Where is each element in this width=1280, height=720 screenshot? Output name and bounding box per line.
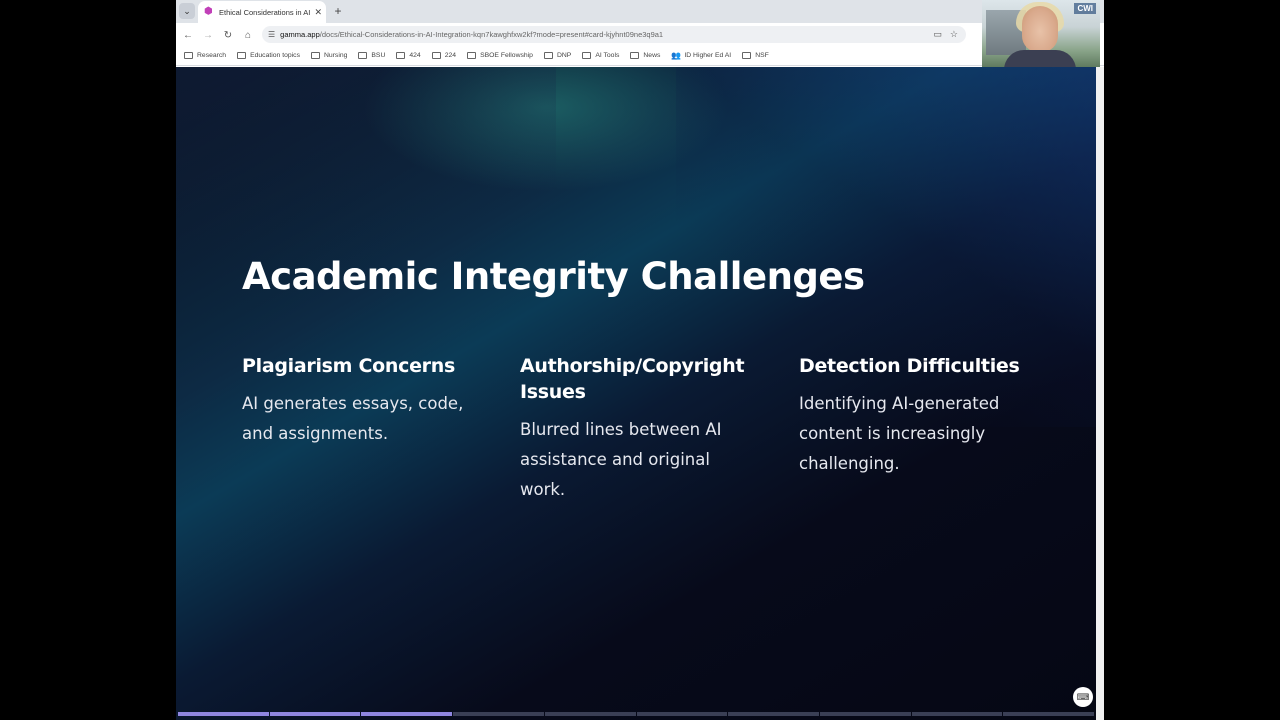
slide-progress-bar[interactable] — [178, 712, 1095, 716]
tab-title: Ethical Considerations in AI Integ — [219, 7, 313, 17]
progress-segment[interactable] — [269, 712, 361, 716]
bookmark-label: Education topics — [250, 52, 300, 59]
progress-segment[interactable] — [361, 712, 453, 716]
address-bar[interactable]: ☰ gamma.app/docs/Ethical-Considerations-… — [262, 26, 966, 43]
tab-strip: ⌄ ⬢ Ethical Considerations in AI Integ ✕… — [176, 0, 1104, 23]
bookmark-item[interactable]: 👥 ID Higher Ed AI — [671, 51, 731, 60]
slide-title: Academic Integrity Challenges — [242, 255, 865, 298]
keyboard-shortcuts-icon[interactable]: ⌨ — [1073, 687, 1093, 707]
progress-segment[interactable] — [453, 712, 544, 716]
column-heading: Detection Difficulties — [799, 355, 1020, 377]
tab-search-button[interactable]: ⌄ — [179, 3, 195, 19]
bookmark-item[interactable]: Nursing — [310, 52, 348, 59]
folder-icon — [582, 52, 592, 59]
bookmark-label: Nursing — [323, 52, 348, 59]
progress-segment[interactable] — [819, 712, 911, 716]
browser-toolbar: ← → ↻ ⌂ ☰ gamma.app/docs/Ethical-Conside… — [176, 23, 1104, 46]
bookmark-label: DNP — [556, 52, 572, 59]
progress-segment[interactable] — [728, 712, 819, 716]
browser-window: ⌄ ⬢ Ethical Considerations in AI Integ ✕… — [176, 0, 1104, 720]
bookmark-item[interactable]: Education topics — [237, 52, 300, 59]
bookmark-item[interactable]: AI Tools — [582, 52, 619, 59]
site-info-icon[interactable]: ☰ — [268, 30, 275, 39]
bookmark-label: 224 — [444, 52, 457, 59]
install-app-icon[interactable]: ▭ — [933, 26, 942, 43]
url-text: gamma.app/docs/Ethical-Considerations-in… — [280, 30, 664, 39]
folder-icon — [630, 52, 640, 59]
close-icon[interactable]: ✕ — [314, 7, 322, 18]
active-tab[interactable]: ⬢ Ethical Considerations in AI Integ ✕ — [198, 1, 326, 23]
column-heading: Plagiarism Concerns — [242, 355, 455, 377]
scrollbar[interactable] — [1096, 67, 1104, 720]
slide-background-glow — [176, 67, 556, 347]
bookmark-label: ID Higher Ed AI — [684, 52, 732, 59]
bookmark-item[interactable]: News — [630, 52, 660, 59]
bookmark-label: SBOE Fellowship — [480, 52, 533, 59]
column-body: Identifying AI-generated content is incr… — [799, 394, 1000, 473]
bookmark-label: 424 — [409, 52, 421, 59]
folder-icon — [742, 52, 752, 59]
bookmark-item[interactable]: SBOE Fellowship — [467, 52, 533, 59]
folder-icon — [184, 52, 193, 59]
bookmark-item[interactable]: BSU — [358, 52, 385, 59]
presentation-slide: Academic Integrity Challenges Plagiarism… — [176, 67, 1096, 720]
progress-segment[interactable] — [636, 712, 728, 716]
presenter-face — [1022, 6, 1058, 52]
bookmark-item[interactable]: Research — [184, 52, 226, 59]
presenter-shoulders — [1004, 50, 1076, 67]
column-detection: Detection Difficulties Identifying AI-ge… — [799, 353, 1029, 479]
bookmark-item[interactable]: DNP — [543, 52, 572, 59]
column-plagiarism: Plagiarism Concerns AI generates essays,… — [242, 353, 472, 449]
bookmark-label: BSU — [371, 52, 386, 59]
folder-icon — [543, 52, 553, 59]
bookmarks-bar: Research Education topics Nursing BSU 424 224… — [176, 46, 1104, 66]
folder-icon — [431, 52, 441, 59]
column-authorship: Authorship/Copyright Issues Blurred line… — [520, 353, 750, 505]
bookmark-item[interactable]: NSF — [742, 52, 769, 59]
column-heading: Authorship/Copyright Issues — [520, 355, 745, 403]
bookmark-label: Research — [197, 52, 227, 59]
reload-icon[interactable]: ↻ — [221, 28, 235, 42]
folder-icon — [467, 52, 477, 59]
back-arrow-icon[interactable]: ← — [181, 28, 195, 42]
people-icon: 👥 — [671, 51, 682, 60]
home-icon[interactable]: ⌂ — [241, 28, 255, 42]
column-body: AI generates essays, code, and assignmen… — [242, 394, 464, 443]
folder-icon — [237, 52, 247, 59]
bookmark-label: NSF — [755, 52, 769, 59]
progress-segment[interactable] — [911, 712, 1003, 716]
cwi-logo: CWI — [1074, 3, 1096, 14]
bookmark-label: AI Tools — [595, 52, 620, 59]
bookmark-item[interactable]: 424 — [396, 52, 421, 59]
progress-segment[interactable] — [178, 712, 269, 716]
progress-segment[interactable] — [1003, 712, 1095, 716]
forward-arrow-icon[interactable]: → — [201, 28, 215, 42]
bookmark-star-icon[interactable]: ☆ — [950, 26, 958, 43]
webcam-overlay: CWI — [982, 0, 1100, 67]
bookmark-label: News — [643, 52, 661, 59]
bookmark-item[interactable]: 224 — [431, 52, 457, 59]
column-body: Blurred lines between AI assistance and … — [520, 420, 722, 499]
gamma-favicon-icon: ⬢ — [204, 6, 213, 17]
folder-icon — [396, 52, 406, 59]
folder-icon — [358, 52, 368, 59]
folder-icon — [310, 52, 320, 59]
progress-segment[interactable] — [544, 712, 636, 716]
new-tab-button[interactable]: + — [331, 4, 345, 18]
